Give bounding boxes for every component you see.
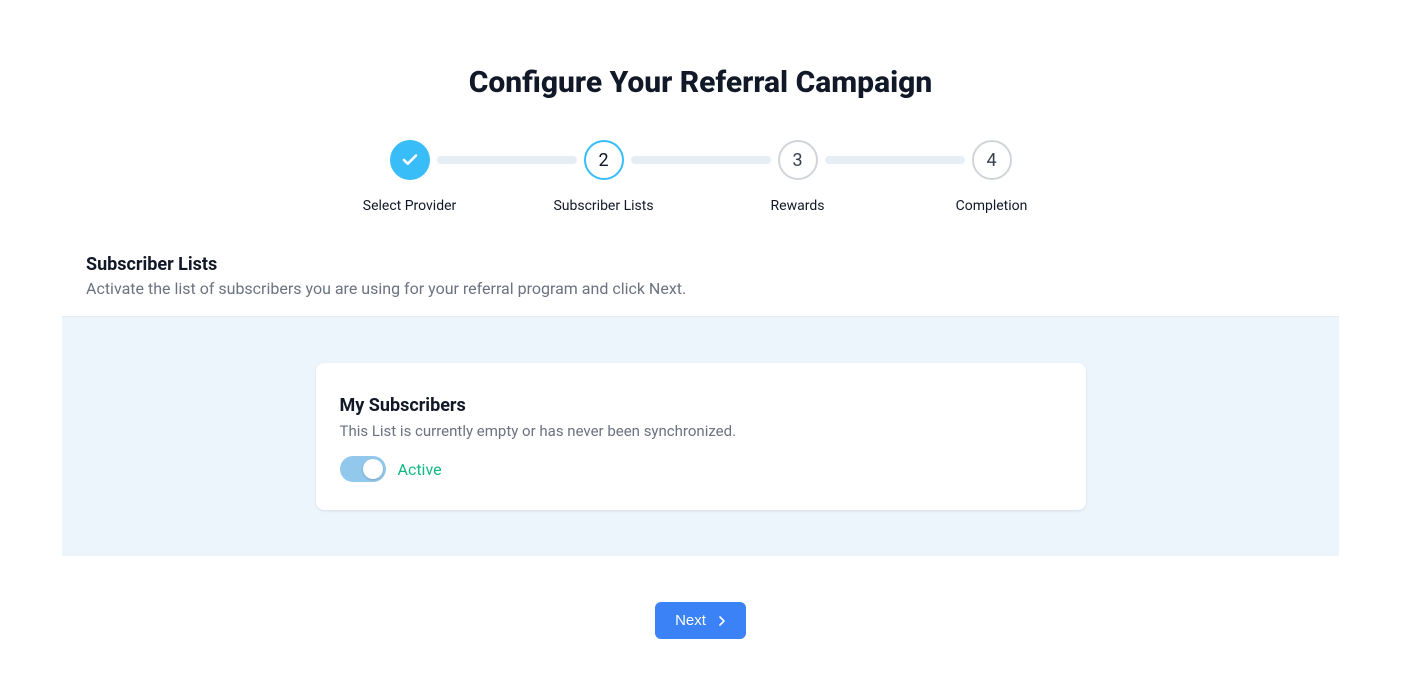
step-connector xyxy=(825,156,965,164)
step-label: Rewards xyxy=(771,198,825,214)
card-title: My Subscribers xyxy=(340,395,1062,416)
chevron-right-icon xyxy=(714,613,730,629)
next-button[interactable]: Next xyxy=(655,602,746,639)
step-label: Subscriber Lists xyxy=(553,198,653,214)
footer: Next xyxy=(0,556,1401,685)
content-panel: My Subscribers This List is currently em… xyxy=(62,316,1339,556)
step-rewards[interactable]: 3 Rewards xyxy=(753,140,843,214)
check-icon xyxy=(401,151,419,169)
step-circle-pending: 4 xyxy=(972,140,1012,180)
step-circle-pending: 3 xyxy=(778,140,818,180)
toggle-row: Active xyxy=(340,456,1062,482)
step-subscriber-lists[interactable]: 2 Subscriber Lists xyxy=(559,140,649,214)
subscriber-list-card: My Subscribers This List is currently em… xyxy=(316,363,1086,510)
step-connector xyxy=(631,156,771,164)
toggle-label: Active xyxy=(398,460,442,479)
card-description: This List is currently empty or has neve… xyxy=(340,422,1062,440)
next-button-label: Next xyxy=(675,612,706,629)
page-title: Configure Your Referral Campaign xyxy=(0,65,1401,100)
section-title: Subscriber Lists xyxy=(86,254,1315,275)
section-description: Activate the list of subscribers you are… xyxy=(86,279,1315,298)
toggle-knob xyxy=(363,459,383,479)
step-connector xyxy=(437,156,577,164)
section-header: Subscriber Lists Activate the list of su… xyxy=(0,254,1401,298)
active-toggle[interactable] xyxy=(340,456,386,482)
step-circle-completed xyxy=(390,140,430,180)
step-circle-active: 2 xyxy=(584,140,624,180)
step-select-provider[interactable]: Select Provider xyxy=(365,140,455,214)
step-label: Select Provider xyxy=(363,198,457,214)
stepper: Select Provider 2 Subscriber Lists 3 Rew… xyxy=(0,140,1401,214)
step-label: Completion xyxy=(956,198,1028,214)
step-completion[interactable]: 4 Completion xyxy=(947,140,1037,214)
